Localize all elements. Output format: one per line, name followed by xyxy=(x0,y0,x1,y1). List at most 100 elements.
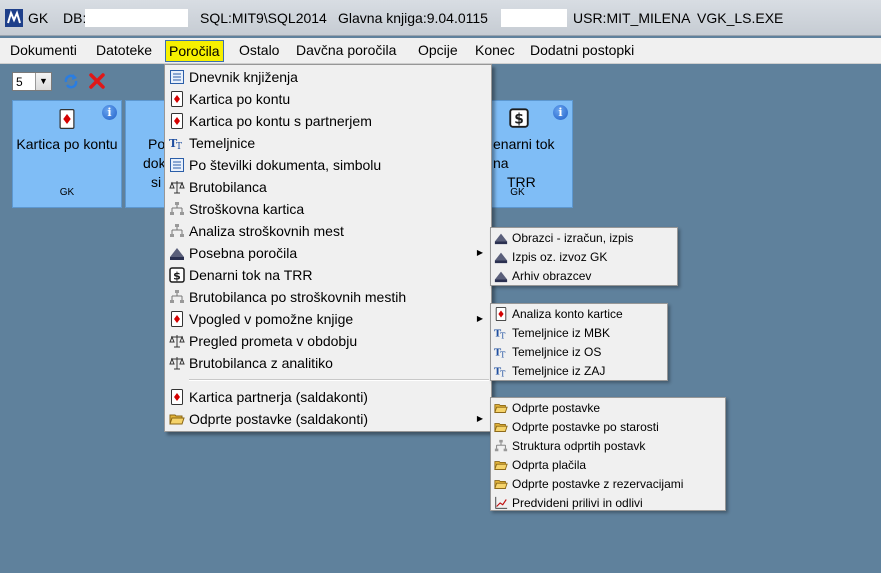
menu-item-label: Odprte postavke (saldakonti) xyxy=(189,411,368,427)
menu-item-label: Denarni tok na TRR xyxy=(189,267,313,283)
db-label: DB: xyxy=(63,10,87,26)
info-icon[interactable]: i xyxy=(102,105,117,120)
app-logo-icon xyxy=(5,9,23,27)
menu-dodatni-postopki[interactable]: Dodatni postopki xyxy=(530,42,634,58)
menu-item[interactable]: Posebna poročila ▶ xyxy=(165,242,491,264)
menu-item[interactable]: Brutobilanca xyxy=(165,176,491,198)
durs-icon xyxy=(494,269,508,283)
text-tt-icon xyxy=(494,326,508,340)
menu-item[interactable]: Denarni tok na TRR xyxy=(165,264,491,286)
menu-item-label: Analiza stroškovnih mest xyxy=(189,223,344,239)
menu-item[interactable]: Pregled prometa v obdobju xyxy=(165,330,491,352)
submenu-item-label: Struktura odprtih postavk xyxy=(512,439,646,453)
refresh-icon[interactable] xyxy=(62,72,80,90)
menu-item-label: Brutobilanca z analitiko xyxy=(189,355,333,371)
user-label: USR:MIT_MILENA xyxy=(573,10,691,26)
menu-item-label: Kartica po kontu xyxy=(189,91,291,107)
submenu-odprte-postavke: Odprte postavke Odprte postavke po staros… xyxy=(490,397,726,511)
submenu-item[interactable]: Arhiv obrazcev xyxy=(491,267,677,286)
exe-name: VGK_LS.EXE xyxy=(697,10,784,26)
menu-item[interactable]: Po številki dokumenta, simbolu xyxy=(165,154,491,176)
submenu-item-label: Odprte postavke z rezervacijami xyxy=(512,477,684,491)
submenu-item[interactable]: Odprta plačila xyxy=(491,456,725,475)
menu-opcije[interactable]: Opcije xyxy=(418,42,458,58)
submenu-item[interactable]: Obrazci - izračun, izpis xyxy=(491,229,677,248)
submenu-item[interactable]: Struktura odprtih postavk xyxy=(491,437,725,456)
menu-datoteke[interactable]: Datoteke xyxy=(96,42,152,58)
menu-item[interactable]: Odprte postavke (saldakonti) ▶ xyxy=(165,408,491,430)
folder-open-icon xyxy=(494,458,508,472)
menu-item-label: Brutobilanca po stroškovnih mestih xyxy=(189,289,407,305)
menu-item[interactable]: Temeljnice xyxy=(165,132,491,154)
app-title: GK xyxy=(28,10,49,26)
submenu-item-label: Temeljnice iz ZAJ xyxy=(512,364,606,378)
dollar-icon xyxy=(509,108,529,128)
submenu-item[interactable]: Predvideni prilivi in odlivi xyxy=(491,494,725,513)
menu-item[interactable]: Kartica po kontu s partnerjem xyxy=(165,110,491,132)
tile-kartica-po-kontu[interactable]: i Kartica po kontu GK xyxy=(12,100,122,208)
menu-item[interactable]: Brutobilanca z analitiko xyxy=(165,352,491,374)
tree-icon xyxy=(169,289,185,305)
menu-item-label: Temeljnice xyxy=(189,135,256,151)
submenu-item-label: Odprte postavke xyxy=(512,401,601,415)
submenu-vpogled: Analiza konto kartice Temeljnice iz MBK Te… xyxy=(490,303,668,381)
tile-label: Kartica po kontu xyxy=(16,136,118,152)
page-count-select[interactable]: 5 ▼ xyxy=(12,72,52,91)
journal-icon xyxy=(169,69,185,85)
submenu-item[interactable]: Izpis oz. izvoz GK xyxy=(491,248,677,267)
scale-icon xyxy=(169,355,185,371)
submenu-item-label: Predvideni prilivi in odlivi xyxy=(512,496,643,510)
close-icon[interactable] xyxy=(88,72,106,90)
journal-icon xyxy=(169,157,185,173)
menu-dokumenti[interactable]: Dokumenti xyxy=(10,42,77,58)
tree-icon xyxy=(169,201,185,217)
chevron-down-icon[interactable]: ▼ xyxy=(35,73,51,90)
menu-item[interactable]: Dnevnik knjiženja xyxy=(165,66,491,88)
folder-open-icon xyxy=(494,477,508,491)
durs-icon xyxy=(494,231,508,245)
tile-label: enarni tok na TRR xyxy=(493,136,555,190)
tile-label: Po dok si xyxy=(143,136,166,190)
scale-icon xyxy=(169,333,185,349)
line-chart-icon xyxy=(494,496,508,510)
menu-davcna-porocila[interactable]: Davčna poročila xyxy=(296,42,396,58)
submenu-item[interactable]: Odprte postavke po starosti xyxy=(491,418,725,437)
menu-bar: Dokumenti Datoteke Poročila Ostalo Davčn… xyxy=(0,38,881,64)
menu-item-label: Kartica partnerja (saldakonti) xyxy=(189,389,368,405)
menu-item[interactable]: Vpogled v pomožne knjige ▶ xyxy=(165,308,491,330)
submenu-item[interactable]: Temeljnice iz MBK xyxy=(491,324,667,343)
menu-konec[interactable]: Konec xyxy=(475,42,515,58)
submenu-item[interactable]: Analiza konto kartice xyxy=(491,305,667,324)
text-tt-icon xyxy=(494,345,508,359)
menu-item[interactable]: Brutobilanca po stroškovnih mestih xyxy=(165,286,491,308)
menu-item[interactable]: Stroškovna kartica xyxy=(165,198,491,220)
tree-icon xyxy=(494,439,508,453)
submenu-item[interactable]: Temeljnice iz OS xyxy=(491,343,667,362)
tile-footer: GK xyxy=(59,187,75,198)
submenu-posebna-porocila: Obrazci - izračun, izpis Izpis oz. izvoz … xyxy=(490,227,678,286)
submenu-arrow-icon: ▶ xyxy=(476,248,483,257)
folder-open-icon xyxy=(169,411,185,427)
card-icon xyxy=(169,91,185,107)
card-icon xyxy=(169,389,185,405)
redacted-db-name xyxy=(85,9,188,27)
info-icon[interactable]: i xyxy=(553,105,568,120)
menu-porocila[interactable]: Poročila xyxy=(165,40,224,62)
submenu-item-label: Temeljnice iz MBK xyxy=(512,326,611,340)
tree-icon xyxy=(169,223,185,239)
folder-open-icon xyxy=(494,420,508,434)
card-icon xyxy=(169,113,185,129)
scale-icon xyxy=(169,179,185,195)
porocila-dropdown-menu: Dnevnik knjiženja Kartica po kontu Kartica… xyxy=(164,64,492,432)
menu-item[interactable]: Kartica partnerja (saldakonti) xyxy=(165,386,491,408)
menu-ostalo[interactable]: Ostalo xyxy=(239,42,279,58)
menu-item[interactable]: Analiza stroškovnih mest xyxy=(165,220,491,242)
submenu-item[interactable]: Temeljnice iz ZAJ xyxy=(491,362,667,381)
menu-item-label: Stroškovna kartica xyxy=(189,201,305,217)
submenu-item[interactable]: Odprte postavke xyxy=(491,399,725,418)
submenu-item[interactable]: Odprte postavke z rezervacijami xyxy=(491,475,725,494)
menu-item[interactable]: Kartica po kontu xyxy=(165,88,491,110)
menu-item-label: Pregled prometa v obdobju xyxy=(189,333,358,349)
menu-item-label: Po številki dokumenta, simbolu xyxy=(189,157,382,173)
submenu-arrow-icon: ▶ xyxy=(476,414,483,423)
